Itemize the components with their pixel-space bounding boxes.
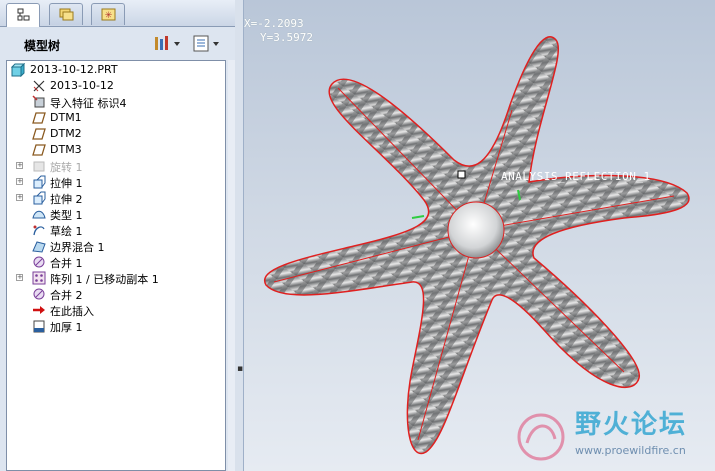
tree-item[interactable]: 草绘 1 (7, 222, 225, 238)
tree-item-label: 导入特征 标识4 (50, 97, 127, 110)
model-tree[interactable]: 2013-10-12.PRT 2013-10-12 导入特征 标识4 DTM1 DTM… (6, 60, 226, 471)
watermark-title: 野火论坛 (575, 410, 688, 440)
tree-item-label: 在此插入 (50, 305, 94, 318)
show-columns-button[interactable] (193, 34, 221, 54)
center-hub[interactable] (447, 201, 505, 259)
expand-toggle-icon[interactable]: + (16, 178, 23, 185)
folder-browser-tab[interactable] (49, 3, 83, 25)
datum-plane-icon (32, 144, 46, 156)
green-marker (411, 215, 425, 219)
expand-toggle-icon[interactable]: + (16, 274, 23, 281)
thicken-icon (33, 320, 45, 333)
tree-item[interactable]: 在此插入 (7, 302, 225, 318)
edge-line (475, 229, 625, 373)
datum-plane-icon (32, 128, 46, 140)
tree-root-part[interactable]: 2013-10-12.PRT (7, 62, 225, 78)
datum-plane-icon (32, 112, 46, 124)
tree-item[interactable]: + 旋转 1 (7, 158, 225, 174)
style-surface-icon (32, 210, 46, 219)
tree-icon (17, 8, 30, 21)
merge-icon (33, 256, 45, 268)
tree-item-label: 2013-10-12 (50, 79, 114, 92)
tree-item-label: 旋转 1 (50, 161, 83, 174)
watermark-url: www.proewildfire.cn (575, 444, 686, 457)
tree-item[interactable]: 合并 2 (7, 286, 225, 302)
graphics-window[interactable]: X=-2.2093 Y=3.5972 ANALYSIS_REFLECTION_1 (244, 0, 715, 471)
coordinate-x-readout: X=-2.2093 (244, 17, 304, 30)
folder-icon (59, 8, 74, 21)
tree-item[interactable]: 加厚 1 (7, 318, 225, 334)
tree-settings-button[interactable] (153, 34, 181, 54)
part-icon (11, 63, 25, 77)
tree-scrollbar[interactable] (228, 60, 235, 471)
revolve-icon (33, 161, 45, 172)
tree-item-label: 阵列 1 / 已移动副本 1 (50, 273, 159, 286)
svg-text:✳: ✳ (105, 11, 113, 21)
coordinate-y-readout: Y=3.5972 (260, 31, 313, 44)
navigator-tabs: ✳ (0, 0, 235, 27)
tree-item-label: 拉伸 2 (50, 193, 83, 206)
extrude-icon (33, 175, 46, 189)
tree-item-label: 类型 1 (50, 209, 83, 222)
tree-item[interactable]: DTM3 (7, 142, 225, 158)
selection-handle-icon[interactable] (457, 170, 466, 179)
favorites-icon: ✳ (101, 8, 116, 21)
favorites-tab[interactable]: ✳ (91, 3, 125, 25)
tree-item[interactable]: DTM1 (7, 110, 225, 126)
tree-item[interactable]: 类型 1 (7, 206, 225, 222)
tree-item[interactable]: + 拉伸 2 (7, 190, 225, 206)
sketch-icon (33, 225, 45, 236)
model-tree-panel: ✳ 模型树 2013-10-12.PRT 2013-10-12 导入特征 标识4… (0, 0, 236, 471)
tree-title: 模型树 (24, 39, 61, 53)
tree-item-label: DTM1 (50, 111, 82, 124)
tree-item-label: DTM3 (50, 143, 82, 156)
expand-toggle-icon[interactable]: + (16, 162, 23, 169)
tree-item-label: 拉伸 1 (50, 177, 83, 190)
boundary-blend-icon (32, 241, 46, 253)
csys-icon (33, 80, 45, 92)
model-tree-tab[interactable] (6, 3, 40, 27)
expand-toggle-icon[interactable]: + (16, 194, 23, 201)
tree-item[interactable]: DTM2 (7, 126, 225, 142)
tree-item-label: 合并 2 (50, 289, 83, 302)
model-canvas[interactable] (244, 0, 715, 471)
pattern-icon (32, 271, 46, 285)
tree-item[interactable]: 边界混合 1 (7, 238, 225, 254)
merge-icon (33, 288, 45, 300)
tree-root-label: 2013-10-12.PRT (30, 63, 118, 76)
import-feature-icon (32, 95, 45, 108)
tree-item-label: 边界混合 1 (50, 241, 105, 254)
panel-splitter[interactable]: ▪ (235, 0, 244, 471)
tree-item-label: 加厚 1 (50, 321, 83, 334)
tree-item[interactable]: 合并 1 (7, 254, 225, 270)
tree-item-label: DTM2 (50, 127, 82, 140)
tree-item-label: 合并 1 (50, 257, 83, 270)
edge-line (337, 87, 477, 231)
splitter-grip-icon: ▪ (237, 364, 244, 374)
star-surface-model[interactable] (263, 36, 690, 455)
tree-item[interactable]: 导入特征 标识4 (7, 94, 225, 110)
insert-here-arrow-icon (33, 306, 45, 314)
tree-item-label: 草绘 1 (50, 225, 83, 238)
extrude-icon (33, 191, 46, 205)
tree-item[interactable]: + 拉伸 1 (7, 174, 225, 190)
tree-item[interactable]: 2013-10-12 (7, 78, 225, 94)
show-columns-icon (193, 35, 219, 52)
tree-settings-icon (155, 36, 180, 50)
analysis-label[interactable]: ANALYSIS_REFLECTION_1 (501, 170, 651, 183)
tree-item[interactable]: + 阵列 1 / 已移动副本 1 (7, 270, 225, 286)
